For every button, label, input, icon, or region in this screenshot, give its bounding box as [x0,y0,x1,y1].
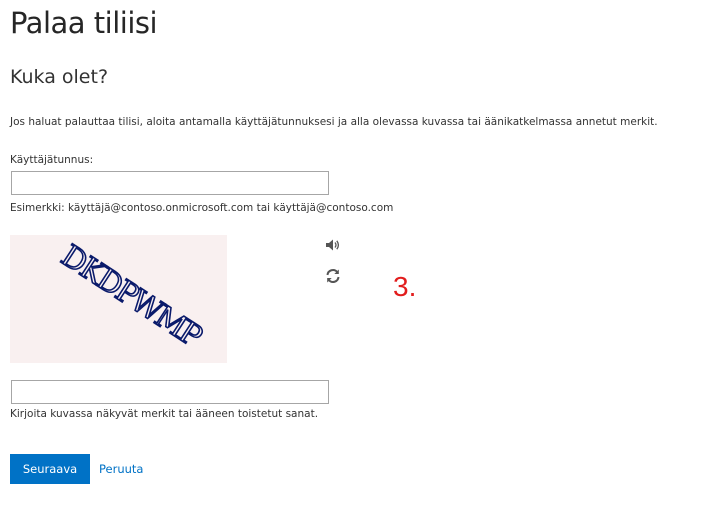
page-title: Palaa tiliisi [10,6,158,40]
captcha-image: DKDPWMP [10,235,227,363]
captcha-graphic: DKDPWMP [54,238,209,356]
username-hint: Esimerkki: käyttäjä@contoso.onmicrosoft.… [10,202,394,214]
cancel-link[interactable]: Peruuta [99,462,143,476]
refresh-icon[interactable] [324,267,342,285]
username-label: Käyttäjätunnus: [10,154,94,166]
step-annotation: 3. [393,271,417,302]
captcha-hint: Kirjoita kuvassa näkyvät merkit tai ääne… [10,408,319,420]
username-input[interactable] [11,171,329,195]
instructions-text: Jos haluat palauttaa tilisi, aloita anta… [10,116,658,128]
next-button[interactable]: Seuraava [10,454,90,484]
captcha-input[interactable] [11,380,329,404]
speaker-icon[interactable] [324,236,342,254]
page-subtitle: Kuka olet? [10,66,109,88]
captcha-text: DKDPWMP [55,238,208,355]
